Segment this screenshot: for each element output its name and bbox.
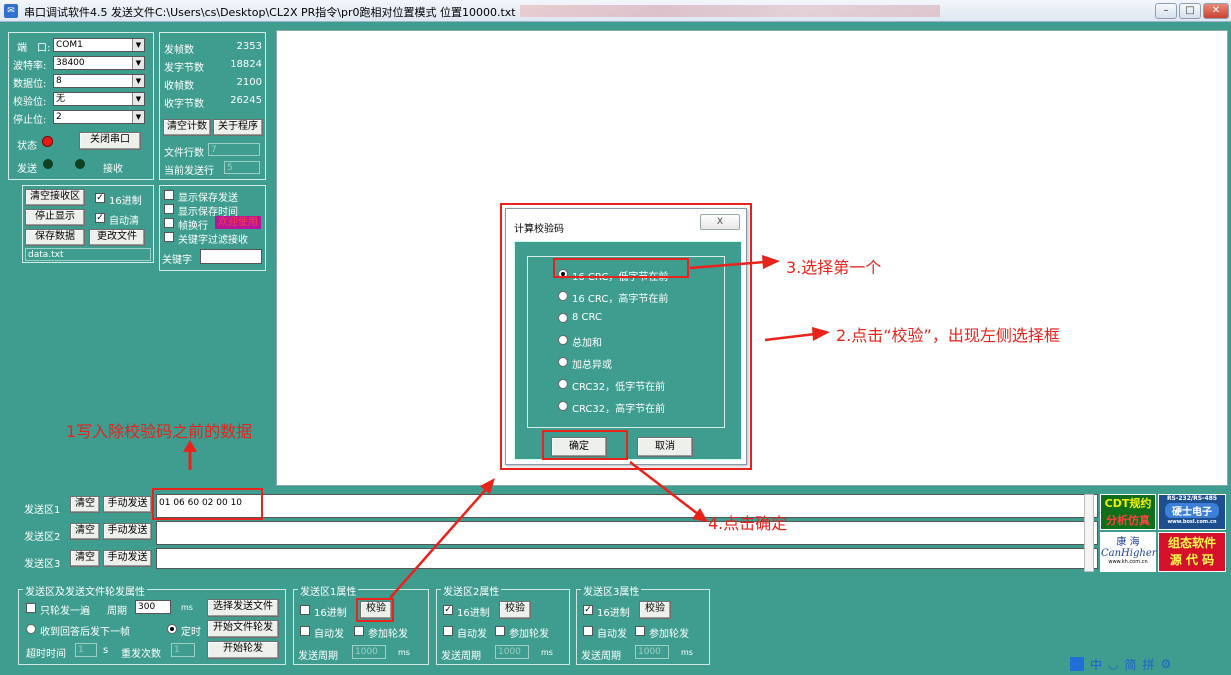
annotation-arrows [389,255,830,599]
arrow-up-right-icon [480,478,495,494]
arrow-right-icon [762,255,780,269]
arrow-right-icon [812,327,830,341]
